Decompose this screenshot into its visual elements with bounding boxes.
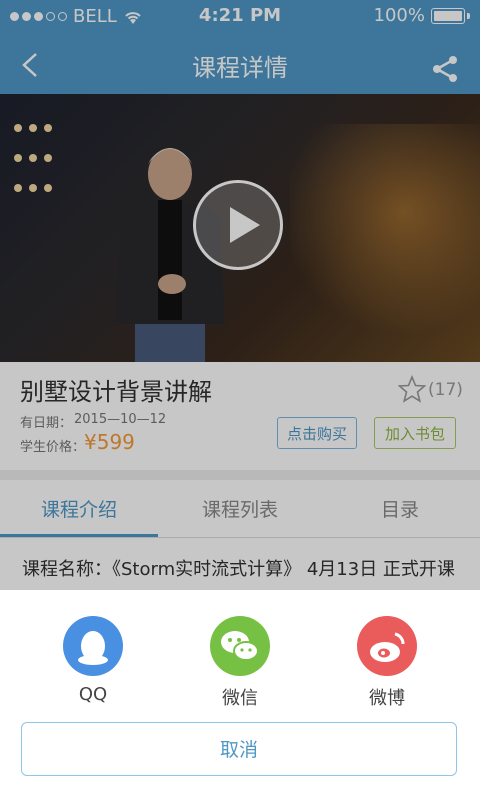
modal-backdrop[interactable] [0,0,480,590]
wechat-icon[interactable] [210,616,270,676]
weibo-icon[interactable] [357,616,417,676]
share-weibo-label: 微博 [369,688,405,709]
cancel-button[interactable]: 取消 [21,722,457,776]
share-wechat-label: 微信 [222,688,258,709]
share-qq-label: QQ [78,684,108,705]
qq-icon[interactable] [63,616,123,676]
